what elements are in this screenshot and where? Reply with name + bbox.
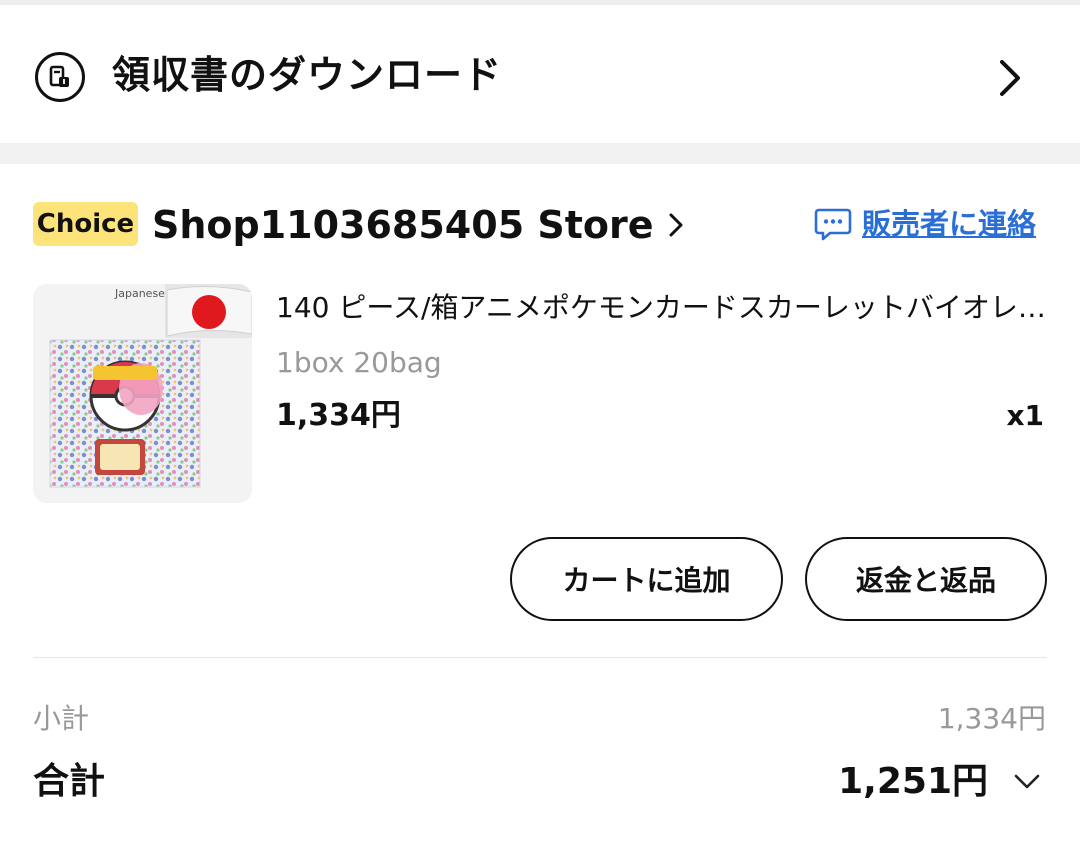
product-image[interactable]: Japanese: [33, 284, 252, 503]
subtotal-value: 1,334円: [937, 702, 1046, 735]
product-price: 1,334円: [276, 398, 401, 433]
product-title[interactable]: 140 ピース/箱アニメポケモンカードスカーレットバイオレット: [276, 288, 1046, 328]
product-image-label: Japanese: [114, 287, 165, 300]
choice-badge: Choice: [33, 202, 138, 246]
chevron-right-icon: [1000, 60, 1020, 96]
chevron-down-icon[interactable]: [1013, 772, 1041, 792]
store-chevron-icon[interactable]: [668, 212, 684, 238]
order-card: Choice Shop1103685405 Store 販売者に連絡 Japan…: [0, 164, 1080, 855]
subtotal-label: 小計: [33, 702, 90, 735]
product-variant: 1box 20bag: [276, 346, 442, 379]
contact-seller-link[interactable]: 販売者に連絡: [814, 202, 1036, 246]
receipt-download-title: 領収書のダウンロード: [112, 53, 503, 97]
product-quantity: x1: [1006, 399, 1044, 432]
divider: [33, 657, 1047, 658]
receipt-download-row[interactable]: 領収書のダウンロード: [0, 5, 1080, 143]
contact-seller-label: 販売者に連絡: [862, 207, 1037, 241]
add-to-cart-button[interactable]: カートに追加: [510, 537, 783, 621]
chat-bubble-icon: [814, 208, 852, 241]
store-name-link[interactable]: Shop1103685405 Store: [152, 200, 654, 250]
total-label: 合計: [33, 761, 106, 802]
refund-return-button[interactable]: 返金と返品: [805, 537, 1047, 621]
total-value: 1,251円: [838, 761, 988, 802]
receipt-download-icon: [35, 52, 85, 102]
